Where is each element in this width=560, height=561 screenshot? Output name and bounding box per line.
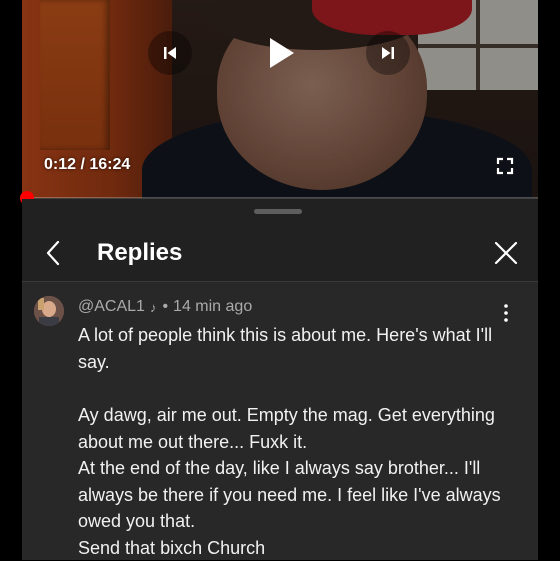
skip-previous-icon	[161, 44, 179, 62]
comment-timestamp: 14 min ago	[173, 298, 252, 316]
page-title: Replies	[97, 239, 182, 267]
replies-panel: Replies @ACAL1 ♪ • 14 min ago	[22, 199, 538, 560]
fullscreen-button[interactable]	[494, 155, 516, 177]
comment-paragraph: At the end of the day, like I always say…	[78, 455, 508, 535]
meta-separator: •	[162, 298, 168, 316]
duration: 16:24	[89, 156, 130, 173]
play-icon	[266, 36, 296, 70]
close-icon	[490, 237, 522, 269]
time-separator: /	[76, 156, 89, 173]
previous-button[interactable]	[148, 31, 192, 75]
music-note-icon: ♪	[150, 300, 157, 315]
comment-paragraph: Send that bixch Church	[78, 535, 508, 561]
close-button[interactable]	[490, 237, 522, 269]
back-button[interactable]	[40, 237, 68, 269]
comment-paragraph: A lot of people think this is about me. …	[78, 322, 508, 375]
skip-next-icon	[379, 44, 397, 62]
comment-author[interactable]: @ACAL1	[78, 298, 145, 316]
time-display: 0:12 / 16:24	[44, 156, 130, 174]
comment-meta: @ACAL1 ♪ • 14 min ago	[78, 298, 252, 316]
paragraph-gap	[78, 375, 508, 402]
fullscreen-icon	[494, 155, 516, 177]
current-time: 0:12	[44, 156, 76, 173]
replies-header: Replies	[22, 227, 538, 281]
comment-more-button[interactable]	[500, 302, 512, 324]
avatar-image	[34, 296, 64, 326]
avatar[interactable]	[34, 296, 64, 326]
comment-paragraph: Ay dawg, air me out. Empty the mag. Get …	[78, 402, 508, 455]
chevron-left-icon	[40, 237, 68, 269]
play-button[interactable]	[255, 27, 307, 79]
comment-item: @ACAL1 ♪ • 14 min ago A lot of people th…	[22, 282, 538, 560]
comment-text: A lot of people think this is about me. …	[78, 322, 508, 561]
next-button[interactable]	[366, 31, 410, 75]
drag-handle[interactable]	[254, 209, 302, 214]
more-vertical-icon	[500, 302, 512, 324]
